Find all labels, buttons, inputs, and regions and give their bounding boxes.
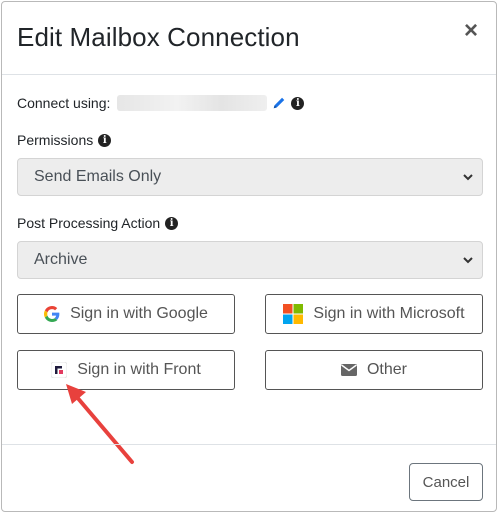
permissions-label-row: Permissions i <box>17 132 112 148</box>
pencil-icon[interactable] <box>272 96 286 110</box>
modal-header: Edit Mailbox Connection × <box>2 2 496 75</box>
chevron-down-icon <box>463 174 473 181</box>
permissions-label: Permissions <box>17 132 94 148</box>
edit-mailbox-modal: Edit Mailbox Connection × Connect using:… <box>1 1 497 512</box>
sign-in-google-label: Sign in with Google <box>70 305 208 322</box>
post-processing-label: Post Processing Action <box>17 215 161 231</box>
chevron-down-icon <box>463 257 473 264</box>
envelope-icon <box>340 364 357 376</box>
close-button[interactable]: × <box>460 18 482 44</box>
sign-in-front-label: Sign in with Front <box>77 361 201 378</box>
info-icon[interactable]: i <box>165 216 179 230</box>
post-processing-select[interactable]: Archive <box>17 241 483 279</box>
modal-footer-divider <box>2 444 496 445</box>
connect-using-label: Connect using: <box>17 95 111 111</box>
permissions-selected-value: Send Emails Only <box>34 168 162 185</box>
other-button[interactable]: Other <box>265 350 483 390</box>
connect-using-row: Connect using: i <box>17 95 305 111</box>
google-icon <box>44 306 60 322</box>
modal-title: Edit Mailbox Connection <box>17 22 300 52</box>
annotation-arrow <box>66 384 134 464</box>
info-icon[interactable]: i <box>291 96 305 110</box>
front-logo-icon <box>51 362 68 378</box>
permissions-select[interactable]: Send Emails Only <box>17 158 483 196</box>
sign-in-microsoft-label: Sign in with Microsoft <box>313 305 465 322</box>
microsoft-icon <box>283 304 304 324</box>
sign-in-microsoft-button[interactable]: Sign in with Microsoft <box>265 294 483 334</box>
info-icon[interactable]: i <box>98 133 112 147</box>
post-processing-selected-value: Archive <box>34 251 88 268</box>
post-processing-label-row: Post Processing Action i <box>17 215 179 231</box>
redacted-account <box>117 95 268 111</box>
other-label: Other <box>366 361 407 378</box>
sign-in-google-button[interactable]: Sign in with Google <box>17 294 235 334</box>
cancel-button[interactable]: Cancel <box>409 463 483 501</box>
